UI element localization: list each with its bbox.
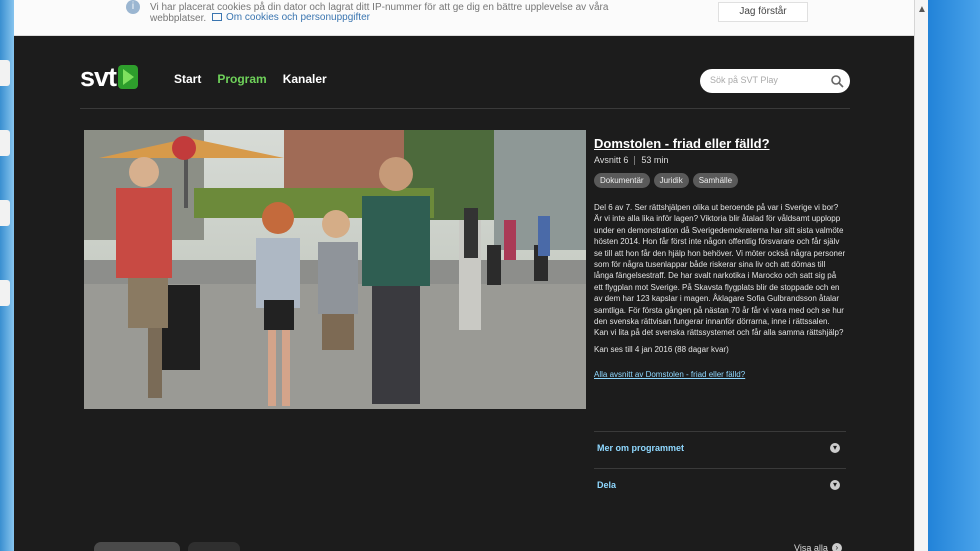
tag-dokumentar[interactable]: Dokumentär bbox=[594, 173, 650, 188]
meta-separator bbox=[634, 155, 636, 165]
bottom-tab[interactable] bbox=[94, 542, 180, 551]
chevron-down-icon: ▾ bbox=[830, 443, 840, 453]
chevron-down-icon: ▾ bbox=[830, 480, 840, 490]
nav-start[interactable]: Start bbox=[174, 72, 201, 86]
tag-list: Dokumentär Juridik Samhälle bbox=[594, 173, 846, 188]
episode-description: Del 6 av 7. Ser rättshjälpen olika ut be… bbox=[594, 203, 846, 338]
accordion-label: Dela bbox=[597, 480, 617, 490]
header-divider bbox=[80, 108, 850, 109]
chevron-right-icon: › bbox=[831, 543, 842, 551]
desktop-tab bbox=[0, 280, 10, 306]
search-input[interactable]: Sök på SVT Play bbox=[710, 75, 778, 85]
logo-text: svt bbox=[80, 61, 117, 92]
svt-play-page: svt Start Program Kanaler Sök på SVT Pla… bbox=[14, 36, 914, 551]
main-nav: Start Program Kanaler bbox=[174, 72, 327, 86]
nav-program[interactable]: Program bbox=[217, 72, 266, 86]
cookie-policy-link-label: Om cookies och personuppgifter bbox=[226, 12, 370, 23]
info-icon: i bbox=[126, 0, 140, 14]
episode-duration: 53 min bbox=[641, 155, 669, 165]
episode-info: Domstolen - friad eller fälld? Avsnitt 6… bbox=[594, 136, 846, 379]
scroll-up-icon[interactable]: ▲ bbox=[915, 4, 929, 15]
tag-juridik[interactable]: Juridik bbox=[653, 173, 689, 188]
show-all-link[interactable]: Visa alla › bbox=[794, 543, 842, 551]
availability-text: Kan ses till 4 jan 2016 (88 dagar kvar) bbox=[594, 344, 729, 354]
window-icon bbox=[212, 13, 222, 22]
cookie-banner: i Vi har placerat cookies på din dator o… bbox=[14, 0, 914, 36]
accordion-more-about[interactable]: Mer om programmet ▾ bbox=[594, 431, 846, 465]
desktop-right-edge bbox=[922, 0, 980, 551]
all-episodes-link[interactable]: Alla avsnitt av Domstolen - friad eller … bbox=[594, 370, 846, 379]
desktop-left-edge bbox=[0, 0, 14, 551]
desktop-tab bbox=[0, 130, 10, 156]
desktop-tab bbox=[0, 60, 10, 86]
episode-thumbnail[interactable] bbox=[84, 130, 586, 409]
thumbnail-scene bbox=[84, 130, 586, 409]
episode-number: Avsnitt 6 bbox=[594, 155, 629, 165]
episode-meta: Avsnitt 6 53 min bbox=[594, 155, 846, 165]
tag-samhalle[interactable]: Samhälle bbox=[692, 173, 739, 188]
search-box[interactable]: Sök på SVT Play bbox=[700, 69, 850, 93]
play-logo-icon bbox=[118, 65, 139, 89]
bottom-tab[interactable] bbox=[188, 542, 240, 551]
accordion-label: Mer om programmet bbox=[597, 443, 685, 453]
nav-kanaler[interactable]: Kanaler bbox=[283, 72, 327, 86]
episode-title[interactable]: Domstolen - friad eller fälld? bbox=[594, 136, 846, 151]
svt-logo[interactable]: svt bbox=[80, 61, 139, 92]
accordion-share[interactable]: Dela ▾ bbox=[594, 468, 846, 502]
accept-cookies-button[interactable]: Jag förstår bbox=[718, 2, 808, 22]
desktop-tab bbox=[0, 200, 10, 226]
cookie-policy-link[interactable]: Om cookies och personuppgifter bbox=[212, 12, 370, 23]
show-all-label: Visa alla bbox=[794, 543, 828, 551]
search-icon[interactable] bbox=[830, 74, 844, 88]
scrollbar[interactable]: ▲ bbox=[914, 0, 928, 551]
